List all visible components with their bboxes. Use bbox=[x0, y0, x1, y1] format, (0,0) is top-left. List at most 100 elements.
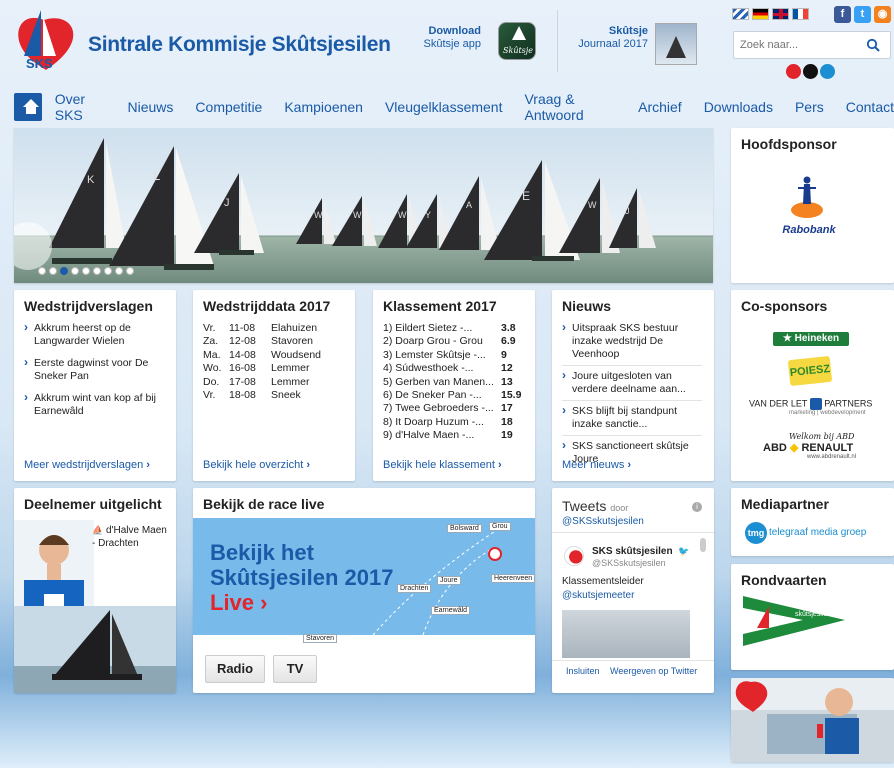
tweet-scrollbar[interactable] bbox=[700, 538, 706, 552]
table-row[interactable]: 8) It Doarp Huzum -... 18 bbox=[383, 416, 527, 429]
poiesz-logo[interactable]: POIESZ bbox=[787, 355, 833, 387]
promo-photo[interactable] bbox=[731, 678, 894, 762]
nav-downloads[interactable]: Downloads bbox=[704, 99, 773, 115]
list-item[interactable]: Eerste dagwinst voor De Sneker Pan bbox=[24, 356, 174, 383]
more-nieuws-link[interactable]: Meer nieuws bbox=[562, 459, 631, 471]
journaal-link[interactable]: Skûtsje Journaal 2017 bbox=[570, 25, 648, 51]
rabobank-name[interactable]: Rabobank bbox=[771, 224, 847, 236]
slider-dot[interactable] bbox=[38, 267, 46, 275]
more-verslagen-link[interactable]: Meer wedstrijdverslagen bbox=[24, 459, 150, 471]
chat-icon[interactable] bbox=[820, 64, 835, 79]
table-row[interactable]: 9) d'Halve Maen -... 19 bbox=[383, 429, 527, 442]
home-icon[interactable] bbox=[14, 93, 42, 121]
tweets-handle[interactable]: @SKSskutsjesilen bbox=[562, 516, 644, 527]
standings-table: 1) Eildert Sietez -... 3.8 2) Doarp Grou … bbox=[383, 322, 527, 443]
slider-dot-active[interactable] bbox=[60, 267, 68, 275]
list-item[interactable]: SKS blijft bij standpunt inzake sanctie.… bbox=[562, 404, 702, 436]
twitter-icon[interactable]: t bbox=[854, 6, 871, 23]
tmg-logo-icon[interactable]: tmg bbox=[745, 522, 767, 544]
map-label: Stavoren bbox=[303, 634, 338, 643]
hero-slider[interactable]: K L J W W W Y A E W J bbox=[14, 128, 713, 283]
nav-vraag-antwoord[interactable]: Vraag & Antwoord bbox=[524, 91, 616, 123]
slider-dot[interactable] bbox=[126, 267, 134, 275]
search-input[interactable] bbox=[740, 37, 860, 53]
table-row[interactable]: 2) Doarp Grou - Grou 6.9 bbox=[383, 335, 527, 348]
german-flag-icon[interactable] bbox=[752, 8, 769, 20]
slider-dot[interactable] bbox=[82, 267, 90, 275]
slider-dot[interactable] bbox=[71, 267, 79, 275]
sks-logo[interactable]: SKS bbox=[14, 6, 76, 74]
table-row[interactable]: 7) Twee Gebroeders -... 17 bbox=[383, 402, 527, 415]
table-row: Wo. 16-08 Lemmer bbox=[203, 362, 310, 375]
download-app-link[interactable]: Download Skûtsje app bbox=[405, 25, 481, 51]
abd-renault-logo[interactable]: Welkom bij ABD ABD ◆ RENAULT www.abdrena… bbox=[763, 432, 863, 460]
rondvaarten-flag[interactable]: skûtsjesilen bbox=[743, 594, 845, 648]
table-row[interactable]: 6) De Sneker Pan -... 15.9 bbox=[383, 389, 527, 402]
nav-archief[interactable]: Archief bbox=[638, 99, 682, 115]
nav-contact[interactable]: Contact bbox=[846, 99, 894, 115]
tweet-author-handle[interactable]: @SKSskutsjesilen bbox=[592, 558, 666, 568]
table-row[interactable]: 5) Gerben van Manen... 13 bbox=[383, 376, 527, 389]
uk-flag-icon[interactable] bbox=[772, 8, 789, 20]
svg-text:skûtsjesilen: skûtsjesilen bbox=[795, 611, 831, 618]
tweet-avatar[interactable] bbox=[564, 546, 584, 566]
site-title[interactable]: Sintrale Kommisje Skûtsjesilen bbox=[88, 33, 391, 57]
frisian-flag-icon[interactable] bbox=[732, 8, 749, 20]
table-row[interactable]: 3) Lemster Skûtsje -... 9 bbox=[383, 349, 527, 362]
nav-kampioenen[interactable]: Kampioenen bbox=[284, 99, 363, 115]
radio-button[interactable]: Radio bbox=[205, 655, 265, 683]
nav-nieuws[interactable]: Nieuws bbox=[128, 99, 174, 115]
table-row[interactable]: 4) Súdwesthoek -... 12 bbox=[383, 362, 527, 375]
omrop-icon[interactable] bbox=[803, 64, 818, 79]
heart-icon[interactable] bbox=[786, 64, 801, 79]
download-subtitle: Skûtsje app bbox=[423, 38, 481, 50]
heineken-logo[interactable]: ★ Heineken bbox=[773, 332, 849, 346]
list-item[interactable]: Joure uitgesloten van verdere deelname a… bbox=[562, 369, 702, 401]
sail-letter: Y bbox=[425, 210, 431, 220]
view-on-twitter-link[interactable]: Weergeven op Twitter bbox=[610, 666, 697, 676]
list-item[interactable]: Uitspraak SKS bestuur inzake wedstrijd D… bbox=[562, 321, 702, 366]
wedstrijdverslagen-panel: Wedstrijdverslagen Akkrum heerst op de L… bbox=[14, 290, 176, 481]
list-item[interactable]: Akkrum heerst op de Langwarder Wielen bbox=[24, 321, 174, 348]
tweet-author[interactable]: SKS skûtsjesilen bbox=[592, 546, 673, 557]
tweets-title[interactable]: Tweets door bbox=[562, 498, 628, 514]
nav-competitie[interactable]: Competitie bbox=[195, 99, 262, 115]
more-overzicht-link[interactable]: Bekijk hele overzicht bbox=[203, 459, 310, 471]
more-klassement-link[interactable]: Bekijk hele klassement bbox=[383, 459, 502, 471]
embed-link[interactable]: Insluiten bbox=[566, 666, 600, 676]
nav-pers[interactable]: Pers bbox=[795, 99, 824, 115]
nav-over-sks[interactable]: Over SKS bbox=[55, 91, 106, 123]
panel-title: Wedstrijdverslagen bbox=[24, 298, 153, 314]
journaal-cover-image[interactable] bbox=[655, 23, 697, 65]
tweet-mention[interactable]: @skutsjemeeter bbox=[562, 590, 634, 601]
french-flag-icon[interactable] bbox=[792, 8, 809, 20]
slider-dot[interactable] bbox=[115, 267, 123, 275]
list-item[interactable]: Akkrum wint van kop af bij Earnewâld bbox=[24, 391, 174, 418]
nieuws-panel: Nieuws Uitspraak SKS bestuur inzake weds… bbox=[552, 290, 714, 481]
table-row: Vr. 18-08 Sneek bbox=[203, 389, 301, 402]
search-icon[interactable] bbox=[866, 38, 880, 52]
facebook-icon[interactable]: f bbox=[834, 6, 851, 23]
live-link: Live › bbox=[210, 590, 268, 615]
rabobank-logo-icon[interactable] bbox=[789, 174, 825, 220]
slider-dot[interactable] bbox=[104, 267, 112, 275]
boat-name[interactable]: ⛵ d'Halve Maen - Drachten bbox=[92, 524, 172, 550]
slider-dot[interactable] bbox=[49, 267, 57, 275]
nav-vleugelklassement[interactable]: Vleugelklassement bbox=[385, 99, 503, 115]
hoofdsponsor-panel: Hoofdsponsor Rabobank bbox=[731, 128, 894, 283]
info-icon[interactable]: i bbox=[692, 502, 702, 512]
mediapartner-name[interactable]: telegraaf media groep bbox=[769, 527, 866, 538]
race-headline[interactable]: Bekijk het Skûtsjesilen 2017 Live › bbox=[210, 540, 393, 615]
app-icon[interactable]: Skûtsje bbox=[498, 22, 536, 60]
panel-title: Mediapartner bbox=[741, 496, 829, 512]
tweet-media[interactable] bbox=[562, 610, 690, 658]
slider-dot[interactable] bbox=[93, 267, 101, 275]
table-row[interactable]: 1) Eildert Sietez -... 3.8 bbox=[383, 322, 527, 335]
tv-button[interactable]: TV bbox=[273, 655, 317, 683]
sail-letter: W bbox=[398, 210, 407, 220]
rss-icon[interactable]: ◉ bbox=[874, 6, 891, 23]
vanderlet-mark-icon bbox=[809, 398, 822, 410]
panel-title: Bekijk de race live bbox=[203, 496, 325, 512]
vanderlet-logo[interactable]: VAN DER LET PARTNERS marketing | webdeve… bbox=[749, 398, 889, 416]
verslagen-list: Akkrum heerst op de Langwarder Wielen Ee… bbox=[24, 321, 174, 427]
